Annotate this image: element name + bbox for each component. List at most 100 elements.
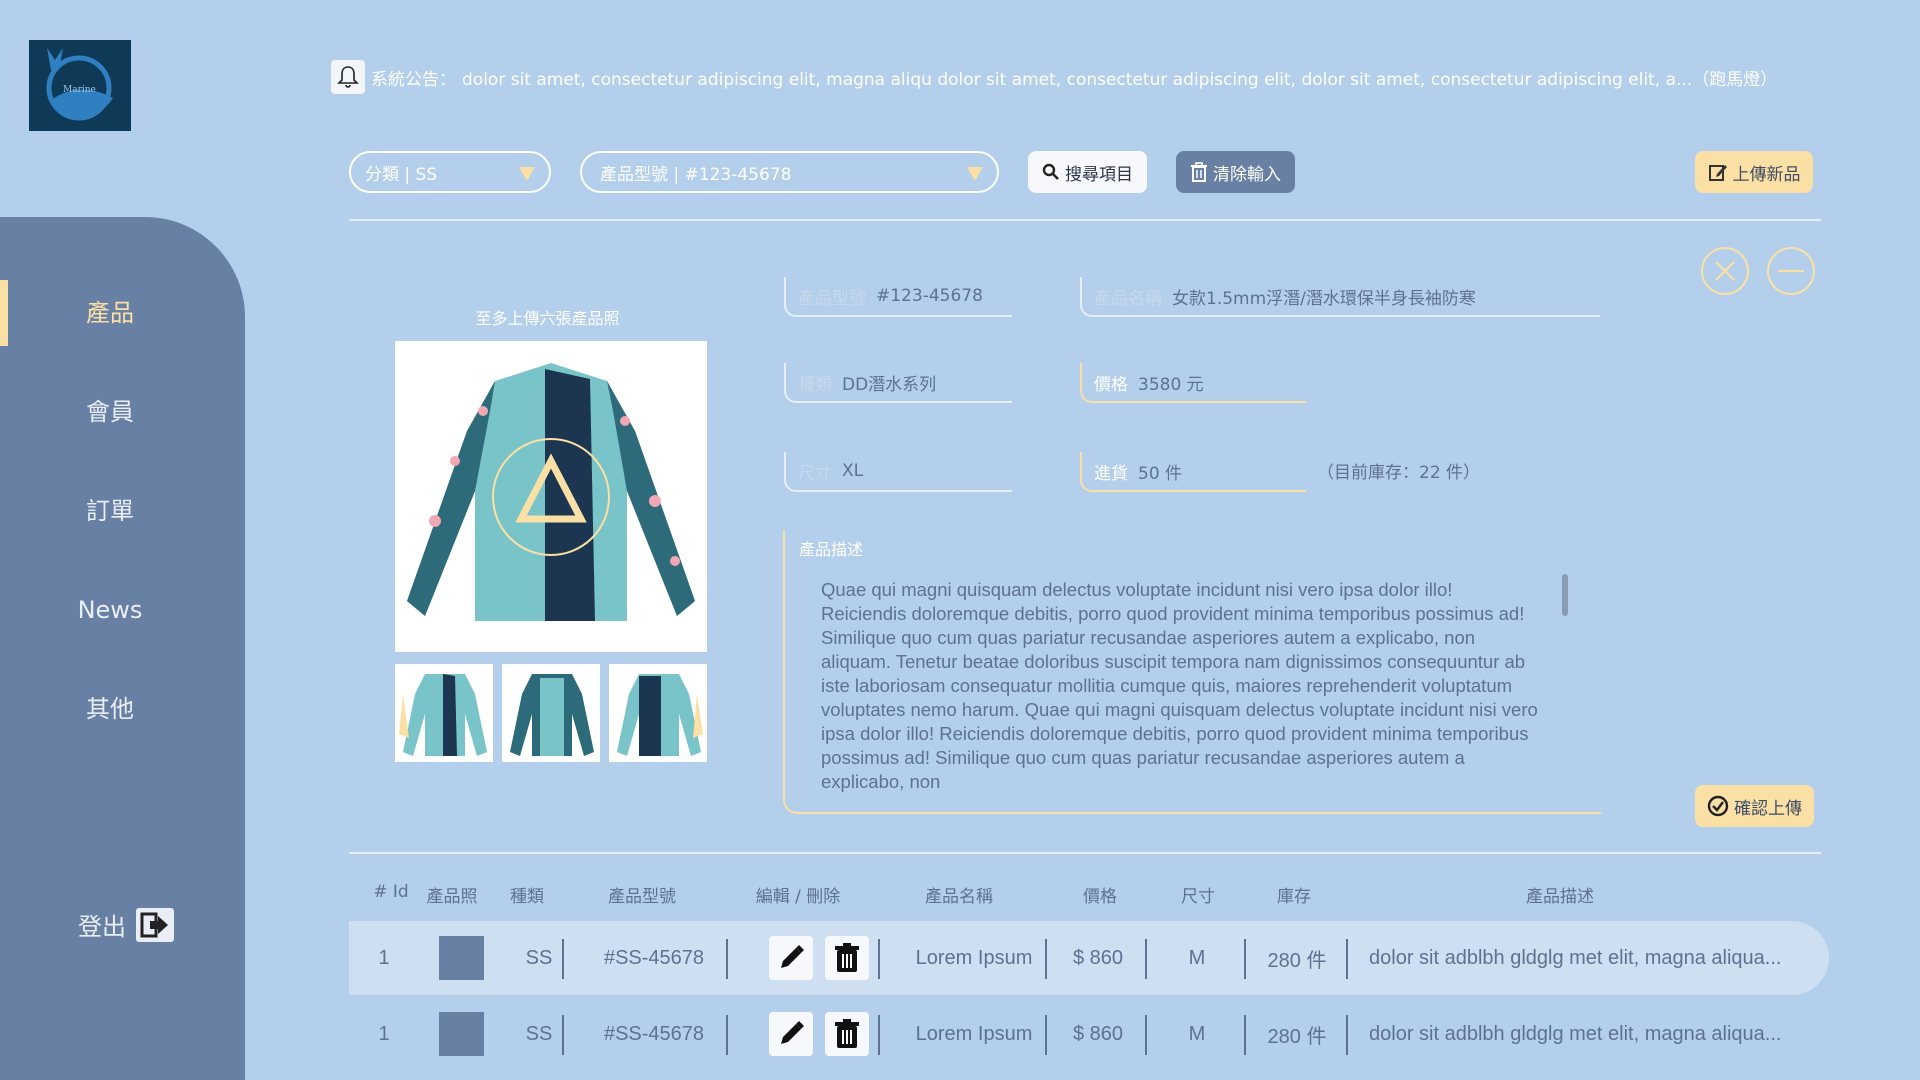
cell-stock: 280 件 [1267,1025,1327,1048]
name-field-value: 女款1.5mm浮潛/潛水環保半身長袖防寒 [1172,288,1476,309]
search-button[interactable]: 搜尋項目 [1028,151,1147,193]
sidebar-item-label: 產品 [86,299,134,327]
column-separator [1346,939,1348,979]
thumbnail-1[interactable] [395,664,493,762]
announcement-text: dolor sit amet, consectetur adipiscing e… [462,69,1778,90]
type-field-value: DD潛水系列 [842,374,937,395]
pencil-icon [781,1021,804,1044]
size-field-value: XL [842,461,864,481]
collapse-form-button[interactable] [1767,247,1815,295]
thumbnail-3[interactable] [609,664,707,762]
size-field-label: 尺寸 [798,463,832,484]
sidebar-item-products[interactable]: 產品 [0,280,220,346]
type-field[interactable]: 種類 DD潛水系列 [784,363,1012,403]
bell-icon [331,60,365,94]
restock-field-label: 進貨 [1094,463,1128,484]
table-row[interactable]: 1 SS #SS-45678 Lorem Ipsum $ 860 M 280 件… [349,997,1829,1071]
restock-field-value: 50 件 [1138,463,1183,484]
current-stock-note: （目前庫存：22 件） [1317,463,1481,483]
clear-button[interactable]: 清除輸入 [1176,151,1295,193]
svg-text:Marine: Marine [63,85,96,95]
cell-stock: 280 件 [1267,949,1327,972]
trash-icon [835,943,859,972]
cell-size: M [1188,1022,1206,1045]
cell-description: dolor sit adblbh gldglg met elit, magna … [1369,1022,1782,1045]
edit-button[interactable] [769,1012,813,1056]
column-separator [562,939,564,979]
cell-description: dolor sit adblbh gldglg met elit, magna … [1369,946,1782,969]
product-thumbnail [438,936,484,980]
sidebar-item-orders[interactable]: 訂單 [0,478,220,544]
cell-name: Lorem Ipsum [915,946,1033,969]
announcement-bar: 系統公告： dolor sit amet, consectetur adipis… [331,60,1777,94]
restock-field[interactable]: 進貨 50 件 [1080,452,1306,492]
cell-photo [429,921,493,995]
name-field-label: 產品名稱 [1094,288,1162,309]
type-field-label: 種類 [798,374,832,395]
minus-icon [1778,269,1804,273]
column-separator [1244,939,1246,979]
photo-upload-hint: 至多上傳六張產品照 [475,309,620,328]
delete-button[interactable] [825,1012,869,1056]
logout-button[interactable]: 登出 [78,907,174,942]
model-field[interactable]: 產品型號 #123-45678 [784,277,1012,317]
cell-id: 1 [378,1022,390,1045]
clear-button-label: 清除輸入 [1213,164,1281,185]
search-icon [1042,163,1059,180]
model-select-value: 產品型號 | #123-45678 [600,164,792,185]
trash-icon [1191,162,1207,182]
category-select-value: 分類 | SS [365,164,438,185]
description-field[interactable]: 產品描述 Quae qui magni quisquam delectus vo… [783,530,1601,814]
trash-icon [835,1019,859,1048]
divider [349,852,1821,854]
pencil-icon [781,945,804,968]
main-product-photo[interactable] [395,341,707,652]
table-row[interactable]: 1 SS #SS-45678 Lorem Ipsum $ 860 M 280 件… [349,921,1829,995]
description-scrollbar[interactable] [1562,574,1568,616]
model-field-value: #123-45678 [876,286,983,306]
brand-logo: Marine [29,40,131,131]
cell-actions [749,921,889,995]
cell-price: $ 860 [1072,1022,1124,1045]
logout-label: 登出 [78,913,126,941]
column-separator [1045,939,1047,979]
close-form-button[interactable] [1701,247,1749,295]
sidebar-item-news[interactable]: News [0,577,220,643]
cell-price: $ 860 [1072,946,1124,969]
announcement-prefix: 系統公告： [371,69,456,90]
col-header-description: 產品描述 [1526,887,1594,907]
delete-button[interactable] [825,936,869,980]
sidebar-item-label: 其他 [86,695,134,723]
thumbnail-2[interactable] [502,664,600,762]
cell-id: 1 [378,946,390,969]
col-header-edit-delete: 編輯 / 刪除 [755,887,841,907]
confirm-upload-button[interactable]: 確認上傳 [1695,785,1814,827]
sidebar-item-label: News [77,596,143,624]
sidebar-item-members[interactable]: 會員 [0,379,220,445]
logout-icon [136,907,174,942]
col-header-id: # Id [373,882,409,902]
column-separator [562,1015,564,1055]
sidebar-item-others[interactable]: 其他 [0,676,220,742]
cell-type: SS [525,1022,553,1045]
name-field[interactable]: 產品名稱 女款1.5mm浮潛/潛水環保半身長袖防寒 [1080,277,1600,317]
description-text[interactable]: Quae qui magni quisquam delectus volupta… [821,578,1541,804]
column-separator [726,1015,728,1055]
model-field-label: 產品型號 [798,288,866,309]
price-field-value: 3580 元 [1138,374,1204,395]
model-select[interactable]: 產品型號 | #123-45678 [580,151,999,193]
col-header-stock: 庫存 [1277,887,1311,907]
category-select[interactable]: 分類 | SS [349,151,551,193]
edit-button[interactable] [769,936,813,980]
column-separator [878,939,880,979]
cell-type: SS [525,946,553,969]
sidebar: 產品 會員 訂單 News 其他 登出 [0,217,245,1080]
size-field[interactable]: 尺寸 XL [784,452,1012,492]
cell-photo [429,997,493,1071]
cell-actions [749,997,889,1071]
column-separator [1145,1015,1147,1055]
upload-new-button[interactable]: 上傳新品 [1695,151,1813,193]
price-field[interactable]: 價格 3580 元 [1080,363,1306,403]
description-label: 產品描述 [799,540,864,559]
divider [349,219,1821,221]
